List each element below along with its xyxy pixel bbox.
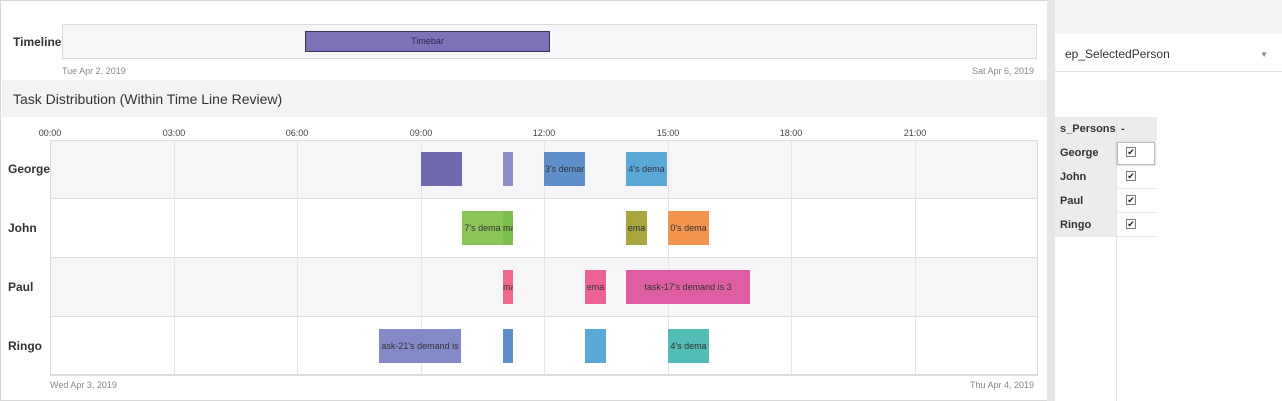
person-row-select-cell[interactable]: ✔ (1116, 213, 1157, 237)
task-bar[interactable]: 4's dema (626, 152, 667, 186)
hour-tick-label: 15:00 (656, 128, 680, 138)
selected-cell-outline (1117, 142, 1155, 165)
timeline-label: Timeline (13, 35, 62, 49)
panel-spacer (1055, 72, 1282, 117)
task-bar[interactable] (503, 152, 513, 186)
checkbox[interactable]: ✔ (1126, 219, 1136, 229)
person-label: George (8, 162, 51, 176)
hour-tick-label: 18:00 (779, 128, 803, 138)
panel-divider[interactable] (1047, 0, 1055, 401)
timebar-handle[interactable]: Timebar (305, 31, 550, 52)
hour-tick-label: 09:00 (409, 128, 433, 138)
hour-tick-label: 03:00 (162, 128, 186, 138)
hour-tick-label: 00:00 (38, 128, 62, 138)
task-bar[interactable] (585, 329, 606, 363)
filter-panel: ep_SelectedPerson ▼ s_Persons - George ✔ J… (1055, 0, 1282, 401)
person-label: Ringo (8, 339, 42, 353)
person-row-name[interactable]: George (1055, 141, 1116, 165)
task-bar[interactable]: ema (626, 211, 647, 245)
dropdown-value: ep_SelectedPerson (1065, 47, 1170, 61)
person-row-name[interactable]: Ringo (1055, 213, 1116, 237)
task-bar[interactable]: ma (503, 270, 513, 304)
task-bar[interactable]: 7's dema (462, 211, 503, 245)
person-label: John (8, 221, 37, 235)
selected-person-dropdown[interactable]: ep_SelectedPerson ▼ (1055, 34, 1282, 72)
hour-tick-label: 06:00 (285, 128, 309, 138)
person-row-select-cell[interactable]: ✔ (1116, 189, 1157, 213)
person-label: Paul (8, 280, 34, 294)
person-row-name[interactable]: John (1055, 165, 1116, 189)
task-bar[interactable]: task-17's demand is 3 (626, 270, 750, 304)
persons-column-header[interactable]: s_Persons (1055, 117, 1116, 141)
chevron-down-icon[interactable]: ▼ (1260, 50, 1268, 59)
task-bar[interactable]: ema (585, 270, 606, 304)
hour-tick-label: 21:00 (903, 128, 927, 138)
filter-panel-header (1055, 0, 1282, 34)
gantt-end-date: Thu Apr 4, 2019 (970, 380, 1035, 390)
task-bar[interactable] (503, 329, 513, 363)
task-bar[interactable]: 3's demar (544, 152, 585, 186)
checkbox[interactable]: ✔ (1126, 195, 1136, 205)
task-bar[interactable]: ma (503, 211, 513, 245)
timeline-start-date: Tue Apr 2, 2019 (62, 66, 126, 76)
checkbox[interactable]: ✔ (1126, 171, 1136, 181)
task-bar[interactable] (421, 152, 462, 186)
section-title: Task Distribution (Within Time Line Revi… (13, 91, 283, 107)
hour-tick-label: 12:00 (532, 128, 556, 138)
task-bar[interactable]: 0's dema (668, 211, 709, 245)
person-row-select-cell[interactable]: ✔ (1116, 165, 1157, 189)
selection-column-header[interactable]: - (1116, 117, 1157, 141)
person-row-name[interactable]: Paul (1055, 189, 1116, 213)
gantt-start-date: Wed Apr 3, 2019 (50, 380, 117, 390)
timeline-end-date: Sat Apr 6, 2019 (972, 66, 1035, 76)
task-bar[interactable]: ask-21's demand is (379, 329, 461, 363)
task-bar[interactable]: 4's dema (668, 329, 709, 363)
